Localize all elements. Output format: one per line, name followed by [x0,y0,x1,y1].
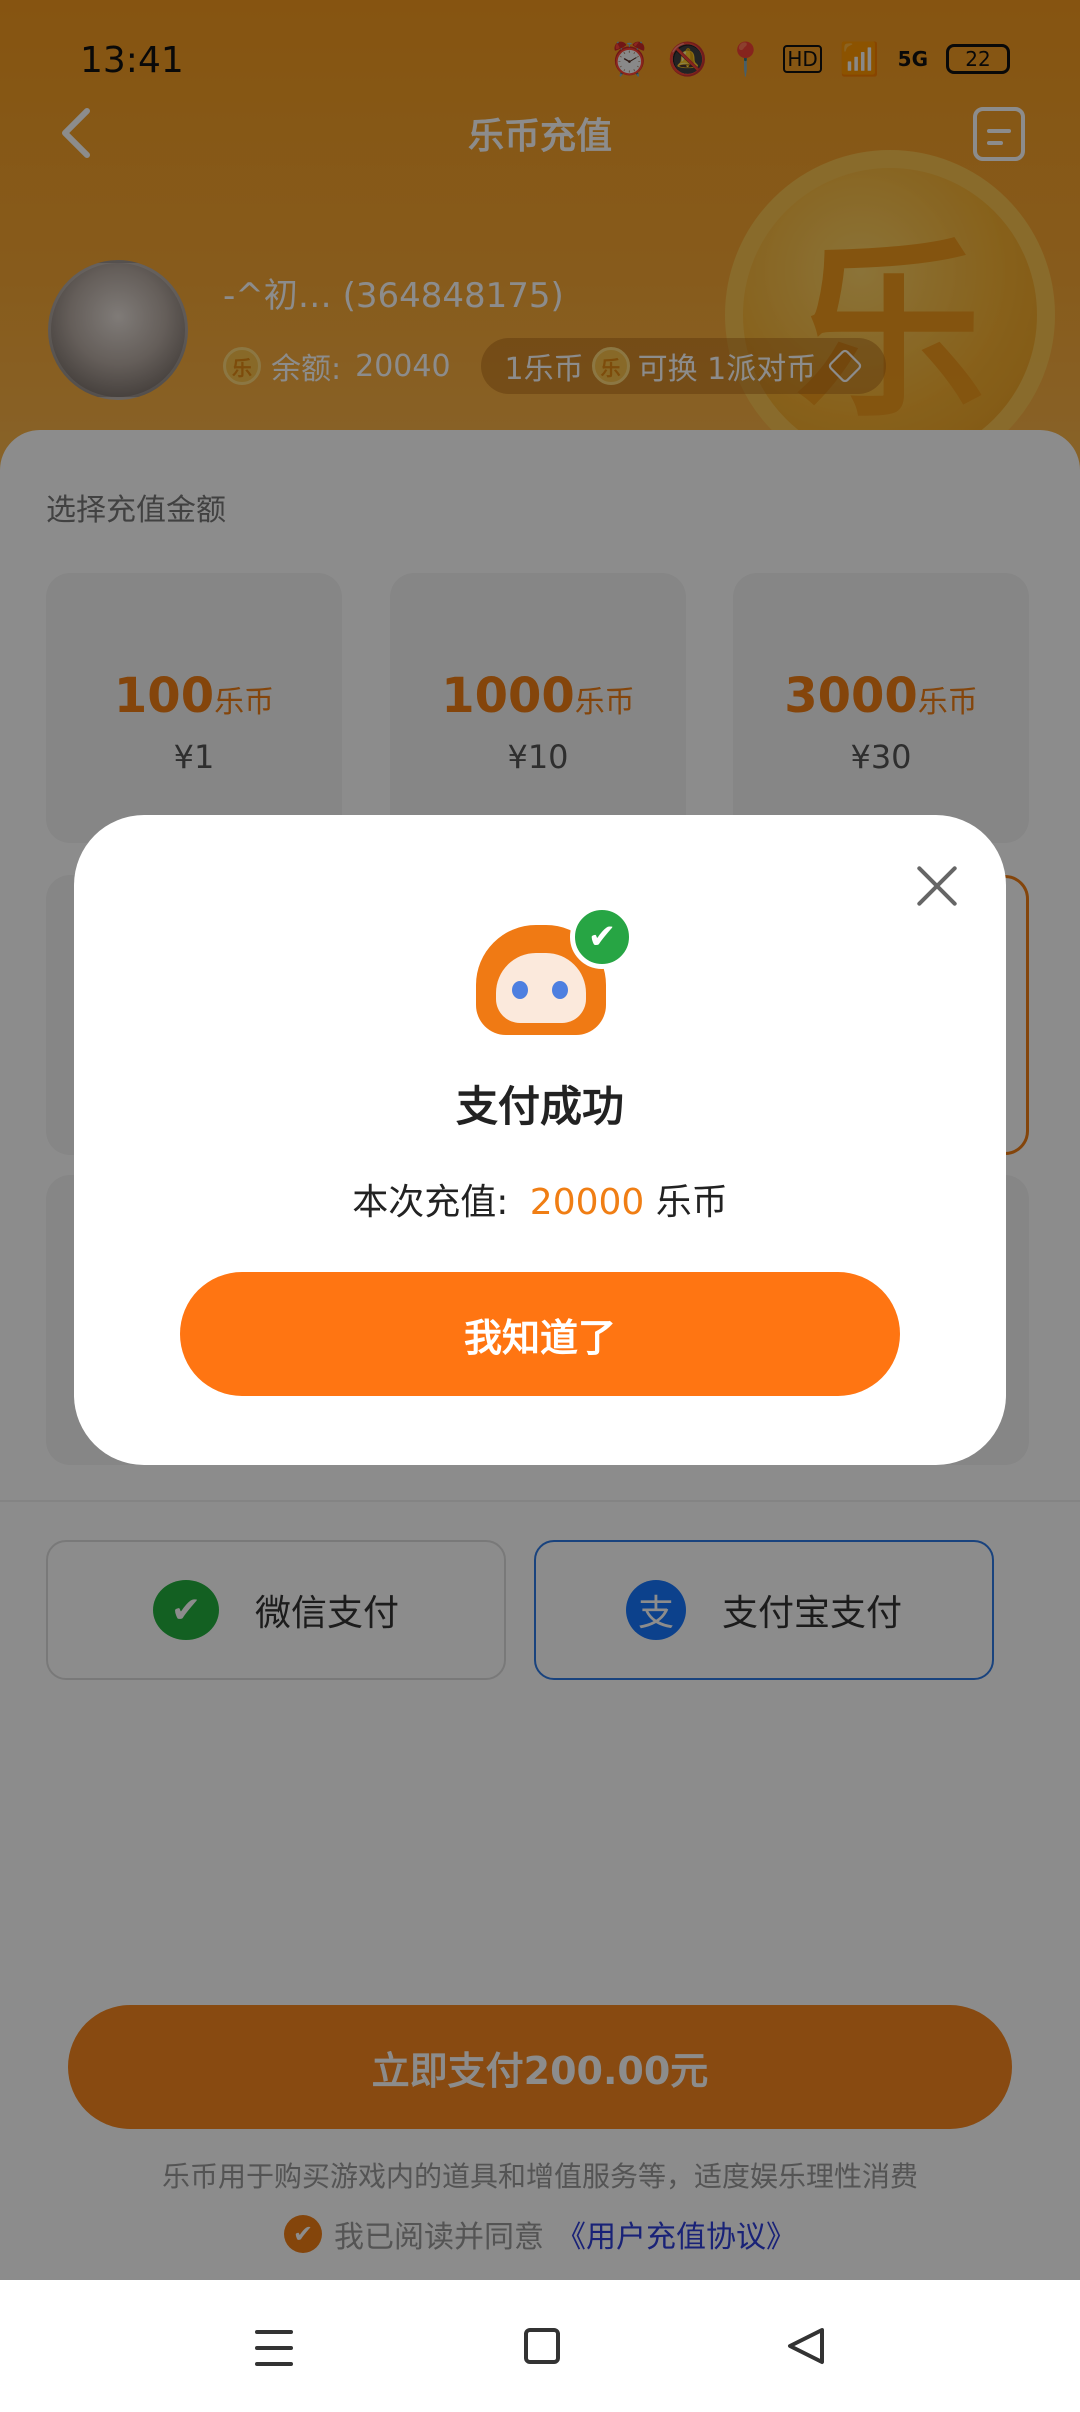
payment-success-dialog: ✔ 支付成功 本次充值: 20000 乐币 我知道了 [74,815,1006,1465]
got-it-button[interactable]: 我知道了 [180,1272,900,1396]
back-triangle-icon[interactable] [786,2326,826,2366]
close-icon[interactable] [916,865,958,907]
dialog-title: 支付成功 [455,1082,624,1131]
system-nav-bar [0,2280,1080,2412]
home-icon[interactable] [524,2328,560,2364]
success-check-icon: ✔ [570,905,634,969]
dialog-message: 本次充值: 20000 乐币 [352,1182,728,1223]
recharge-amount: 20000 [529,1182,645,1223]
mascot-illustration: ✔ [462,905,634,1035]
menu-icon[interactable] [255,2330,293,2366]
